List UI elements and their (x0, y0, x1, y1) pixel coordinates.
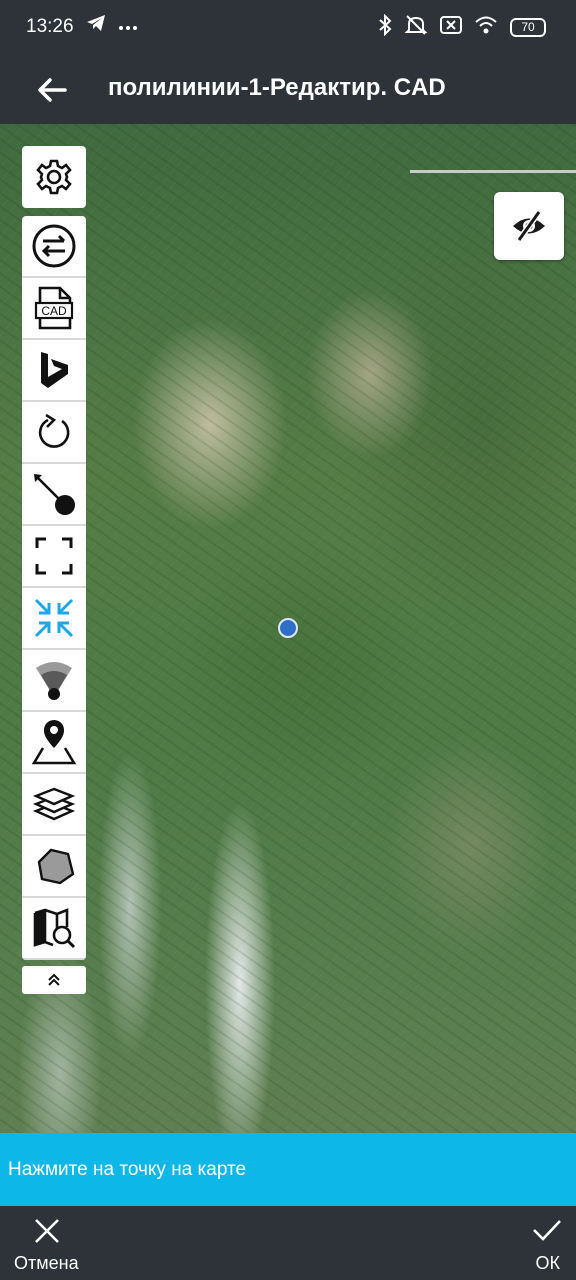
hint-bar: Нажмите на точку на карте (0, 1133, 576, 1206)
layers-button[interactable] (22, 774, 86, 836)
more-dots-icon (118, 15, 138, 36)
pin-target-button[interactable] (22, 464, 86, 526)
collapse-arrows-icon (34, 598, 74, 638)
bottom-bar: Отмена ОК (0, 1206, 576, 1280)
status-time: 13:26 (26, 16, 74, 37)
cancel-label: Отмена (14, 1253, 79, 1273)
status-bar: 13:26 70 (0, 0, 576, 56)
current-location-marker[interactable] (278, 618, 298, 638)
close-icon (35, 1219, 59, 1243)
gear-icon (36, 159, 72, 195)
location-pin-icon (31, 720, 77, 765)
cad-file-icon: CAD (34, 286, 74, 330)
app-bar: полилинии-1-Редактир. CAD (0, 56, 576, 124)
collapse-arrows-button[interactable] (22, 588, 86, 650)
visibility-toggle-button[interactable] (494, 192, 564, 260)
svg-text:CAD: CAD (41, 304, 67, 318)
check-icon (533, 1220, 561, 1241)
signal-cone-icon (36, 662, 72, 700)
swap-icon (32, 224, 76, 268)
ok-label: ОК (535, 1253, 561, 1273)
bing-button[interactable] (22, 340, 86, 402)
pin-target-icon (34, 474, 75, 515)
cad-file-button[interactable]: CAD (22, 278, 86, 340)
cancel-button[interactable]: Отмена (8, 1212, 88, 1276)
close-box-icon (440, 15, 462, 40)
mute-icon (404, 14, 428, 41)
page-title: полилинии-1-Редактир. CAD (108, 74, 446, 101)
fullscreen-button[interactable] (22, 526, 86, 588)
map-search-icon (33, 908, 76, 949)
chevrons-up-icon (48, 973, 60, 986)
eye-off-icon (513, 210, 545, 242)
ok-button[interactable]: ОК (508, 1212, 568, 1276)
collapse-toolbar-button[interactable] (22, 966, 86, 994)
map-view[interactable]: CAD (0, 124, 576, 1134)
scale-bar (410, 170, 576, 173)
map-toolbar: CAD (22, 146, 86, 994)
hint-text: Нажмите на точку на карте (8, 1159, 247, 1180)
refresh-button[interactable] (22, 402, 86, 464)
polygon-button[interactable] (22, 836, 86, 898)
battery-indicator: 70 (510, 18, 546, 37)
polygon-icon (37, 848, 75, 885)
refresh-icon (38, 413, 70, 448)
back-button[interactable] (32, 72, 72, 108)
fullscreen-icon (35, 537, 73, 575)
signal-cone-button[interactable] (22, 650, 86, 712)
layers-icon (33, 787, 75, 821)
bing-icon (41, 352, 68, 388)
map-search-button[interactable] (22, 898, 86, 960)
settings-button[interactable] (22, 146, 86, 208)
arrow-left-icon (38, 78, 67, 102)
bluetooth-icon (378, 13, 392, 41)
wifi-icon (474, 15, 498, 40)
tool-group: CAD (22, 216, 86, 960)
swap-button[interactable] (22, 216, 86, 278)
telegram-icon (86, 14, 106, 37)
location-pin-button[interactable] (22, 712, 86, 774)
